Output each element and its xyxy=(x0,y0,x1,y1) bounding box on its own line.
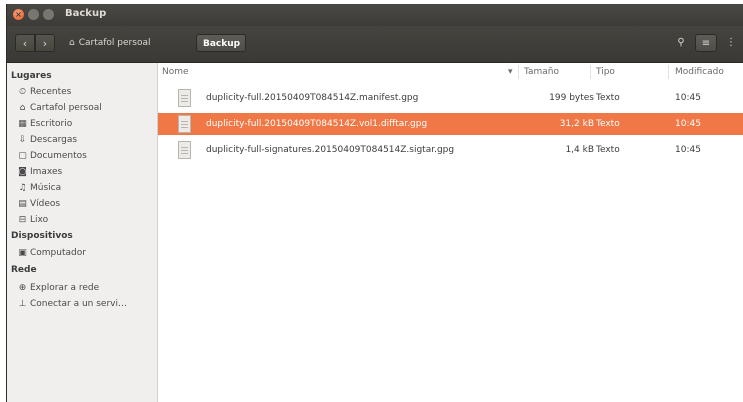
close-icon: × xyxy=(15,10,22,19)
search-icon: ⚲ xyxy=(677,37,685,48)
file-name: duplicity-full-signatures.20150409T08451… xyxy=(206,145,455,155)
file-name: duplicity-full.20150409T084514Z.manifest… xyxy=(206,93,419,103)
file-type: Texto xyxy=(596,119,620,129)
computer-icon: ▣ xyxy=(18,248,27,258)
text-file-icon xyxy=(178,89,191,107)
desktop-icon: ▦ xyxy=(18,119,27,129)
file-row[interactable]: duplicity-full.20150409T084514Z.manifest… xyxy=(158,87,743,109)
film-icon: ▤ xyxy=(18,199,27,209)
menu-button[interactable]: ⋮ xyxy=(721,34,741,52)
sidebar-heading-places: Lugares xyxy=(11,71,52,81)
file-modified: 10:45 xyxy=(675,119,701,129)
sidebar-item-label: Recentes xyxy=(30,87,72,97)
sidebar-item-label: Documentos xyxy=(30,151,87,161)
sidebar-item-explorar-rede[interactable]: ⊕ Explorar a rede xyxy=(17,283,99,293)
sidebar-item-imaxes[interactable]: ◙ Imaxes xyxy=(17,167,62,177)
toolbar: ‹ › ⌂ Cartafol persoal Backup ⚲ ≡ ⋮ xyxy=(7,26,743,63)
clock-icon: ⏲ xyxy=(18,87,27,97)
home-icon: ⌂ xyxy=(69,38,75,48)
file-modified: 10:45 xyxy=(675,93,701,103)
column-divider[interactable] xyxy=(518,65,519,79)
file-manager-window: × Backup ‹ › ⌂ Cartafol persoal Backup ⚲ … xyxy=(6,4,743,402)
camera-icon: ◙ xyxy=(18,167,27,177)
file-list-view: Nome ▾ Tamaño Tipo Modificado duplicity-… xyxy=(158,63,743,402)
maximize-window-button[interactable] xyxy=(43,9,54,20)
list-view-button[interactable]: ≡ xyxy=(695,34,717,52)
sidebar-item-label: Explorar a rede xyxy=(30,283,100,293)
text-file-icon xyxy=(178,115,191,133)
search-button[interactable]: ⚲ xyxy=(671,34,691,52)
server-icon: ⊥ xyxy=(18,299,27,309)
sidebar-item-label: Escritorio xyxy=(30,119,73,129)
music-icon: ♫ xyxy=(18,183,27,193)
file-size: 1,4 kB xyxy=(565,145,594,155)
column-header-label: Tamaño xyxy=(524,67,560,77)
trash-icon: ⊟ xyxy=(18,215,27,225)
column-header-modified[interactable]: Modificado xyxy=(675,67,724,77)
more-icon: ⋮ xyxy=(726,37,736,48)
file-type: Texto xyxy=(596,145,620,155)
file-modified: 10:45 xyxy=(675,145,701,155)
sidebar-item-descargas[interactable]: ⇩ Descargas xyxy=(17,135,77,145)
chevron-right-icon: › xyxy=(42,37,48,50)
forward-button[interactable]: › xyxy=(35,34,55,52)
minimize-window-button[interactable] xyxy=(28,9,39,20)
list-view-icon: ≡ xyxy=(701,38,711,49)
breadcrumb-home[interactable]: ⌂ Cartafol persoal xyxy=(63,34,195,52)
sidebar-item-documentos[interactable]: ▢ Documentos xyxy=(17,151,87,161)
file-size: 199 bytes xyxy=(549,93,594,103)
sidebar-item-musica[interactable]: ♫ Música xyxy=(17,183,61,193)
sidebar-item-label: Imaxes xyxy=(30,167,63,177)
sidebar-item-escritorio[interactable]: ▦ Escritorio xyxy=(17,119,72,129)
sidebar-heading-network: Rede xyxy=(11,265,37,275)
file-row[interactable]: duplicity-full-signatures.20150409T08451… xyxy=(158,139,743,161)
sidebar-item-label: Descargas xyxy=(30,135,78,145)
sidebar: Lugares ⏲ Recentes ⌂ Cartafol persoal ▦ Esc… xyxy=(7,63,158,402)
download-icon: ⇩ xyxy=(18,135,27,145)
title-bar: × Backup xyxy=(7,4,743,26)
network-icon: ⊕ xyxy=(18,283,27,293)
sort-indicator-icon: ▾ xyxy=(508,67,513,77)
close-window-button[interactable]: × xyxy=(13,9,24,20)
sidebar-item-lixo[interactable]: ⊟ Lixo xyxy=(17,215,48,225)
home-icon: ⌂ xyxy=(19,103,26,113)
column-header-label: Tipo xyxy=(596,67,615,77)
sidebar-item-home[interactable]: ⌂ Cartafol persoal xyxy=(17,103,102,113)
file-name: duplicity-full.20150409T084514Z.vol1.dif… xyxy=(206,119,428,129)
column-header-name[interactable]: Nome xyxy=(162,67,189,77)
column-divider[interactable] xyxy=(668,65,669,79)
sidebar-item-videos[interactable]: ▤ Vídeos xyxy=(17,199,60,209)
sidebar-item-conectar-servidor[interactable]: ⊥ Conectar a un servi… xyxy=(17,299,127,309)
text-file-icon xyxy=(178,141,191,159)
window-title: Backup xyxy=(65,8,107,19)
chevron-left-icon: ‹ xyxy=(22,37,28,50)
file-row-selected[interactable]: duplicity-full.20150409T084514Z.vol1.dif… xyxy=(158,113,743,135)
sidebar-item-label: Cartafol persoal xyxy=(30,103,102,113)
sidebar-item-label: Música xyxy=(30,183,62,193)
sidebar-heading-devices: Dispositivos xyxy=(11,231,73,241)
file-size: 31,2 kB xyxy=(559,119,594,129)
sidebar-item-label: Conectar a un servi… xyxy=(30,299,127,309)
back-button[interactable]: ‹ xyxy=(15,34,35,52)
sidebar-item-label: Lixo xyxy=(30,215,49,225)
breadcrumb-home-label: Cartafol persoal xyxy=(78,38,151,48)
column-header-label: Modificado xyxy=(675,67,724,77)
file-type: Texto xyxy=(596,93,620,103)
sidebar-item-computador[interactable]: ▣ Computador xyxy=(17,248,86,258)
document-icon: ▢ xyxy=(18,151,27,161)
column-divider[interactable] xyxy=(590,65,591,79)
column-header-size[interactable]: Tamaño xyxy=(524,67,559,77)
sidebar-item-label: Computador xyxy=(30,248,86,258)
breadcrumb-current[interactable]: Backup xyxy=(196,34,246,52)
sidebar-item-label: Vídeos xyxy=(30,199,61,209)
column-header-label: Nome xyxy=(162,67,189,77)
sidebar-item-recentes[interactable]: ⏲ Recentes xyxy=(17,87,71,97)
column-header-type[interactable]: Tipo xyxy=(596,67,615,77)
